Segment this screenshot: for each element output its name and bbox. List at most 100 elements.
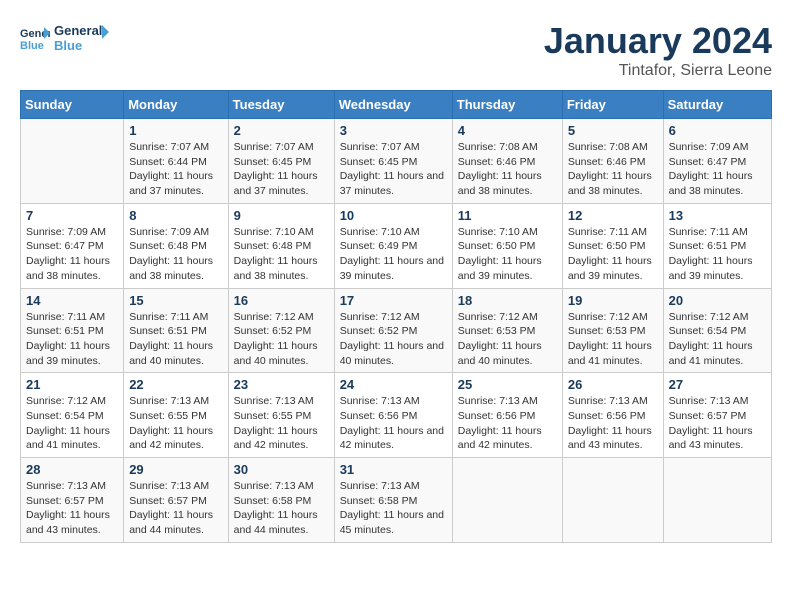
calendar-cell: 26 Sunrise: 7:13 AMSunset: 6:56 PMDaylig…: [562, 373, 663, 458]
day-number: 28: [26, 462, 118, 477]
day-number: 4: [458, 123, 557, 138]
weekday-header: Monday: [124, 91, 228, 119]
day-number: 21: [26, 377, 118, 392]
day-number: 19: [568, 293, 658, 308]
day-number: 30: [234, 462, 329, 477]
calendar-cell: 29 Sunrise: 7:13 AMSunset: 6:57 PMDaylig…: [124, 458, 228, 543]
day-number: 23: [234, 377, 329, 392]
calendar-cell: 19 Sunrise: 7:12 AMSunset: 6:53 PMDaylig…: [562, 288, 663, 373]
day-number: 6: [669, 123, 766, 138]
svg-text:Blue: Blue: [54, 38, 82, 53]
day-number: 31: [340, 462, 447, 477]
calendar-cell: [663, 458, 771, 543]
calendar-cell: 9 Sunrise: 7:10 AMSunset: 6:48 PMDayligh…: [228, 203, 334, 288]
calendar-cell: 28 Sunrise: 7:13 AMSunset: 6:57 PMDaylig…: [21, 458, 124, 543]
day-number: 22: [129, 377, 222, 392]
day-info: Sunrise: 7:07 AMSunset: 6:44 PMDaylight:…: [129, 140, 222, 199]
day-number: 20: [669, 293, 766, 308]
day-info: Sunrise: 7:13 AMSunset: 6:58 PMDaylight:…: [234, 479, 329, 538]
day-info: Sunrise: 7:12 AMSunset: 6:52 PMDaylight:…: [234, 310, 329, 369]
calendar-cell: [452, 458, 562, 543]
day-info: Sunrise: 7:13 AMSunset: 6:55 PMDaylight:…: [129, 394, 222, 453]
weekday-header: Friday: [562, 91, 663, 119]
calendar-table: SundayMondayTuesdayWednesdayThursdayFrid…: [20, 90, 772, 543]
calendar-week-row: 28 Sunrise: 7:13 AMSunset: 6:57 PMDaylig…: [21, 458, 772, 543]
calendar-cell: 25 Sunrise: 7:13 AMSunset: 6:56 PMDaylig…: [452, 373, 562, 458]
day-number: 11: [458, 208, 557, 223]
day-info: Sunrise: 7:11 AMSunset: 6:50 PMDaylight:…: [568, 225, 658, 284]
weekday-row: SundayMondayTuesdayWednesdayThursdayFrid…: [21, 91, 772, 119]
day-info: Sunrise: 7:13 AMSunset: 6:57 PMDaylight:…: [129, 479, 222, 538]
calendar-cell: [562, 458, 663, 543]
day-info: Sunrise: 7:13 AMSunset: 6:58 PMDaylight:…: [340, 479, 447, 538]
weekday-header: Saturday: [663, 91, 771, 119]
calendar-week-row: 14 Sunrise: 7:11 AMSunset: 6:51 PMDaylig…: [21, 288, 772, 373]
calendar-body: 1 Sunrise: 7:07 AMSunset: 6:44 PMDayligh…: [21, 119, 772, 543]
day-info: Sunrise: 7:13 AMSunset: 6:57 PMDaylight:…: [669, 394, 766, 453]
logo-icon: General Blue: [20, 23, 50, 53]
day-number: 13: [669, 208, 766, 223]
calendar-cell: 31 Sunrise: 7:13 AMSunset: 6:58 PMDaylig…: [334, 458, 452, 543]
day-info: Sunrise: 7:10 AMSunset: 6:49 PMDaylight:…: [340, 225, 447, 284]
day-number: 3: [340, 123, 447, 138]
day-number: 25: [458, 377, 557, 392]
day-info: Sunrise: 7:12 AMSunset: 6:53 PMDaylight:…: [568, 310, 658, 369]
day-number: 16: [234, 293, 329, 308]
day-info: Sunrise: 7:09 AMSunset: 6:47 PMDaylight:…: [26, 225, 118, 284]
calendar-week-row: 1 Sunrise: 7:07 AMSunset: 6:44 PMDayligh…: [21, 119, 772, 204]
day-info: Sunrise: 7:11 AMSunset: 6:51 PMDaylight:…: [129, 310, 222, 369]
day-info: Sunrise: 7:13 AMSunset: 6:55 PMDaylight:…: [234, 394, 329, 453]
page-subtitle: Tintafor, Sierra Leone: [544, 62, 772, 80]
day-info: Sunrise: 7:11 AMSunset: 6:51 PMDaylight:…: [669, 225, 766, 284]
logo-svg: General Blue: [54, 20, 109, 55]
day-number: 14: [26, 293, 118, 308]
weekday-header: Wednesday: [334, 91, 452, 119]
day-number: 2: [234, 123, 329, 138]
calendar-cell: 18 Sunrise: 7:12 AMSunset: 6:53 PMDaylig…: [452, 288, 562, 373]
calendar-cell: 30 Sunrise: 7:13 AMSunset: 6:58 PMDaylig…: [228, 458, 334, 543]
day-number: 1: [129, 123, 222, 138]
day-number: 9: [234, 208, 329, 223]
title-block: January 2024 Tintafor, Sierra Leone: [544, 20, 772, 80]
day-info: Sunrise: 7:12 AMSunset: 6:52 PMDaylight:…: [340, 310, 447, 369]
day-info: Sunrise: 7:13 AMSunset: 6:56 PMDaylight:…: [458, 394, 557, 453]
day-number: 10: [340, 208, 447, 223]
day-info: Sunrise: 7:09 AMSunset: 6:48 PMDaylight:…: [129, 225, 222, 284]
calendar-cell: 1 Sunrise: 7:07 AMSunset: 6:44 PMDayligh…: [124, 119, 228, 204]
calendar-week-row: 21 Sunrise: 7:12 AMSunset: 6:54 PMDaylig…: [21, 373, 772, 458]
day-info: Sunrise: 7:08 AMSunset: 6:46 PMDaylight:…: [568, 140, 658, 199]
day-number: 5: [568, 123, 658, 138]
svg-text:Blue: Blue: [20, 40, 44, 52]
day-info: Sunrise: 7:10 AMSunset: 6:50 PMDaylight:…: [458, 225, 557, 284]
weekday-header: Thursday: [452, 91, 562, 119]
calendar-cell: 22 Sunrise: 7:13 AMSunset: 6:55 PMDaylig…: [124, 373, 228, 458]
calendar-cell: 17 Sunrise: 7:12 AMSunset: 6:52 PMDaylig…: [334, 288, 452, 373]
calendar-cell: 6 Sunrise: 7:09 AMSunset: 6:47 PMDayligh…: [663, 119, 771, 204]
weekday-header: Tuesday: [228, 91, 334, 119]
day-number: 12: [568, 208, 658, 223]
day-number: 24: [340, 377, 447, 392]
calendar-cell: 7 Sunrise: 7:09 AMSunset: 6:47 PMDayligh…: [21, 203, 124, 288]
day-info: Sunrise: 7:07 AMSunset: 6:45 PMDaylight:…: [234, 140, 329, 199]
calendar-cell: 3 Sunrise: 7:07 AMSunset: 6:45 PMDayligh…: [334, 119, 452, 204]
calendar-cell: 8 Sunrise: 7:09 AMSunset: 6:48 PMDayligh…: [124, 203, 228, 288]
day-info: Sunrise: 7:13 AMSunset: 6:56 PMDaylight:…: [568, 394, 658, 453]
calendar-cell: 5 Sunrise: 7:08 AMSunset: 6:46 PMDayligh…: [562, 119, 663, 204]
page-title: January 2024: [544, 20, 772, 62]
calendar-cell: 13 Sunrise: 7:11 AMSunset: 6:51 PMDaylig…: [663, 203, 771, 288]
calendar-cell: 10 Sunrise: 7:10 AMSunset: 6:49 PMDaylig…: [334, 203, 452, 288]
day-number: 27: [669, 377, 766, 392]
calendar-cell: 14 Sunrise: 7:11 AMSunset: 6:51 PMDaylig…: [21, 288, 124, 373]
day-info: Sunrise: 7:09 AMSunset: 6:47 PMDaylight:…: [669, 140, 766, 199]
day-number: 7: [26, 208, 118, 223]
calendar-header: SundayMondayTuesdayWednesdayThursdayFrid…: [21, 91, 772, 119]
day-info: Sunrise: 7:13 AMSunset: 6:57 PMDaylight:…: [26, 479, 118, 538]
calendar-cell: 12 Sunrise: 7:11 AMSunset: 6:50 PMDaylig…: [562, 203, 663, 288]
calendar-week-row: 7 Sunrise: 7:09 AMSunset: 6:47 PMDayligh…: [21, 203, 772, 288]
day-number: 26: [568, 377, 658, 392]
day-number: 15: [129, 293, 222, 308]
calendar-cell: 27 Sunrise: 7:13 AMSunset: 6:57 PMDaylig…: [663, 373, 771, 458]
logo: General Blue General Blue: [20, 20, 109, 55]
day-info: Sunrise: 7:07 AMSunset: 6:45 PMDaylight:…: [340, 140, 447, 199]
day-info: Sunrise: 7:11 AMSunset: 6:51 PMDaylight:…: [26, 310, 118, 369]
